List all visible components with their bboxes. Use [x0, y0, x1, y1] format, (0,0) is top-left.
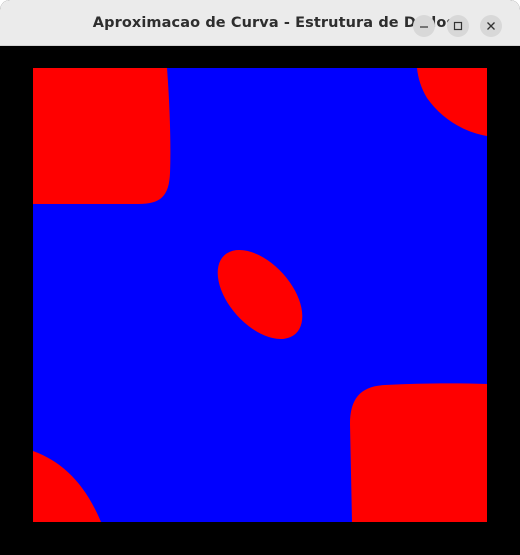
close-button[interactable] — [480, 15, 502, 37]
minimize-icon — [420, 26, 428, 28]
curve-plot — [33, 68, 487, 522]
minimize-button[interactable] — [413, 15, 435, 37]
title-bar[interactable]: Aproximacao de Curva - Estrutura de Dado… — [0, 0, 520, 46]
app-window: Aproximacao de Curva - Estrutura de Dado… — [0, 0, 520, 555]
outside-region-bottom-right — [350, 383, 487, 522]
maximize-button[interactable] — [447, 15, 469, 37]
curve-plot-svg — [33, 68, 487, 522]
close-icon — [487, 22, 495, 30]
maximize-icon — [453, 21, 463, 31]
outside-region-top-left — [33, 68, 171, 204]
